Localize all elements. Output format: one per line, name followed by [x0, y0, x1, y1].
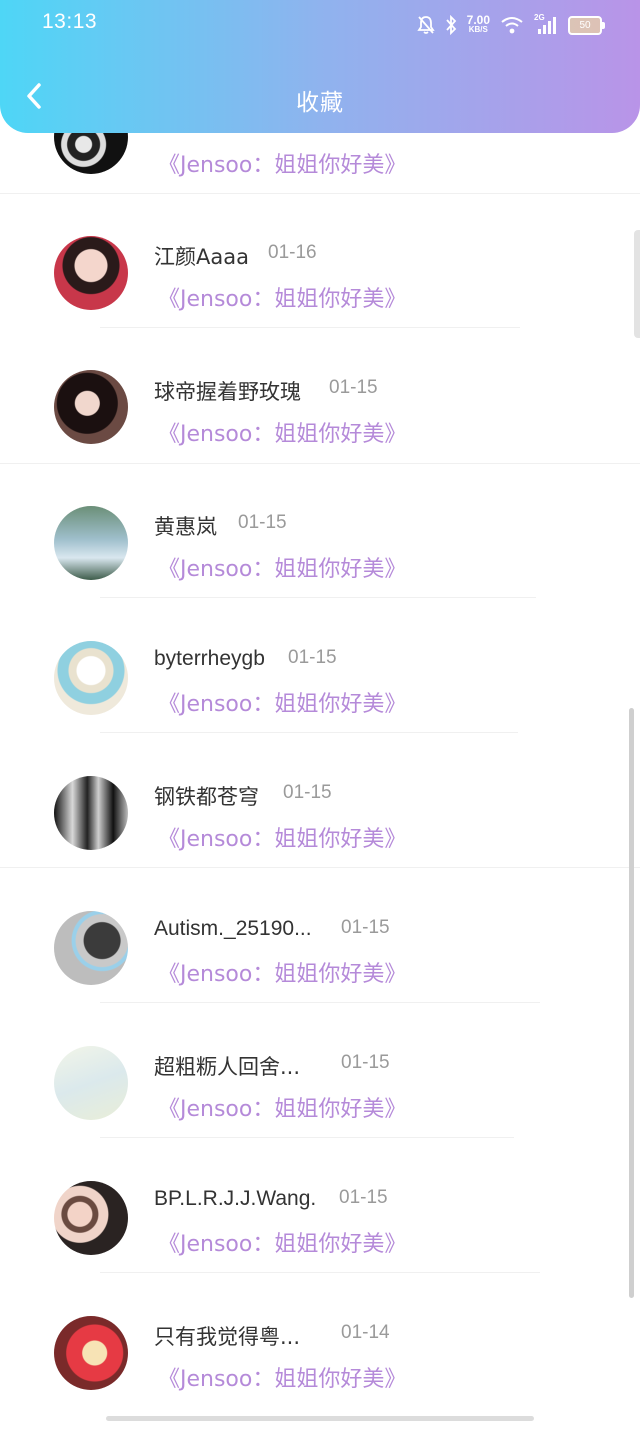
scrollbar[interactable] — [629, 708, 634, 1298]
cellular-signal-icon: 2G — [534, 13, 558, 35]
home-indicator[interactable] — [106, 1416, 534, 1421]
avatar — [54, 1181, 128, 1255]
item-username: 只有我觉得粤... — [154, 1325, 301, 1349]
list-item[interactable]: BP.L.R.J.J.Wang. 01-15 《Jensoo：姐姐你好美》 — [0, 1172, 640, 1307]
item-subtitle: 《Jensoo：姐姐你好美》 — [158, 153, 407, 178]
mute-bell-icon — [416, 16, 435, 34]
item-date: 01-15 — [339, 1187, 388, 1208]
wifi-icon — [501, 17, 523, 34]
item-username: 超粗粝人回舍... — [154, 1055, 301, 1079]
item-username: byterrheygb — [154, 647, 265, 670]
divider — [0, 193, 640, 194]
item-subtitle: 《Jensoo：姐姐你好美》 — [158, 1097, 407, 1122]
list-item[interactable]: 钢铁都苍穹 01-15 《Jensoo：姐姐你好美》 — [0, 767, 640, 902]
bluetooth-icon — [445, 15, 456, 35]
battery-level: 50 — [579, 19, 591, 31]
battery-icon: 50 — [568, 15, 605, 35]
divider — [100, 1002, 540, 1003]
list-item[interactable]: 超粗粝人回舍... 01-15 《Jensoo：姐姐你好美》 — [0, 1037, 640, 1172]
item-date: 01-15 — [341, 1052, 390, 1073]
divider — [0, 867, 640, 868]
item-date: 01-16 — [268, 242, 317, 263]
item-date: 01-15 — [329, 377, 378, 398]
item-username: Autism._25190... — [154, 917, 312, 940]
item-subtitle: 《Jensoo：姐姐你好美》 — [158, 422, 407, 447]
avatar — [54, 1046, 128, 1120]
item-date: 01-15 — [288, 647, 337, 668]
divider — [100, 327, 520, 328]
item-username: 江颜Aaaa — [154, 245, 249, 269]
status-icons: 7.00 KB/S 2G 50 — [416, 12, 605, 38]
avatar — [54, 1316, 128, 1390]
avatar — [54, 776, 128, 850]
avatar — [54, 911, 128, 985]
item-date: 01-15 — [283, 782, 332, 803]
divider — [100, 732, 518, 733]
avatar — [54, 506, 128, 580]
network-speed: 7.00 KB/S — [466, 13, 490, 35]
divider — [0, 463, 640, 464]
divider — [100, 1137, 514, 1138]
item-username: 钢铁都苍穹 — [154, 785, 259, 809]
divider — [100, 1272, 540, 1273]
list-item[interactable]: Autism._25190... 01-15 《Jensoo：姐姐你好美》 — [0, 902, 640, 1037]
item-subtitle: 《Jensoo：姐姐你好美》 — [158, 692, 407, 717]
edge-handle[interactable] — [634, 230, 640, 338]
item-username: BP.L.R.J.J.Wang. — [154, 1187, 317, 1210]
avatar — [54, 641, 128, 715]
item-date: 01-14 — [341, 1322, 390, 1343]
avatar — [54, 370, 128, 444]
list-item[interactable]: 黄惠岚 01-15 《Jensoo：姐姐你好美》 — [0, 497, 640, 632]
list-item[interactable]: 江颜Aaaa 01-16 《Jensoo：姐姐你好美》 — [0, 227, 640, 362]
item-subtitle: 《Jensoo：姐姐你好美》 — [158, 827, 407, 852]
item-subtitle: 《Jensoo：姐姐你好美》 — [158, 287, 407, 312]
item-subtitle: 《Jensoo：姐姐你好美》 — [158, 1367, 407, 1392]
item-username: 黄惠岚 — [154, 515, 217, 539]
clock: 13:13 — [42, 10, 98, 33]
speed-value: 7.00 — [466, 13, 490, 27]
avatar — [54, 236, 128, 310]
divider — [100, 597, 536, 598]
speed-unit: KB/S — [468, 25, 488, 34]
app-header: 13:13 7.00 KB/S 2G 50 收藏 — [0, 0, 640, 133]
item-subtitle: 《Jensoo：姐姐你好美》 — [158, 557, 407, 582]
item-date: 01-15 — [341, 917, 390, 938]
page-title: 收藏 — [296, 90, 344, 116]
item-subtitle: 《Jensoo：姐姐你好美》 — [158, 962, 407, 987]
item-username: 球帝握着野玫瑰 — [154, 380, 301, 404]
item-date: 01-15 — [238, 512, 287, 533]
item-subtitle: 《Jensoo：姐姐你好美》 — [158, 1232, 407, 1257]
list-item[interactable]: 球帝握着野玫瑰 01-15 《Jensoo：姐姐你好美》 — [0, 362, 640, 497]
list-item[interactable]: byterrheygb 01-15 《Jensoo：姐姐你好美》 — [0, 632, 640, 767]
status-bar: 13:13 7.00 KB/S 2G 50 — [0, 0, 640, 48]
